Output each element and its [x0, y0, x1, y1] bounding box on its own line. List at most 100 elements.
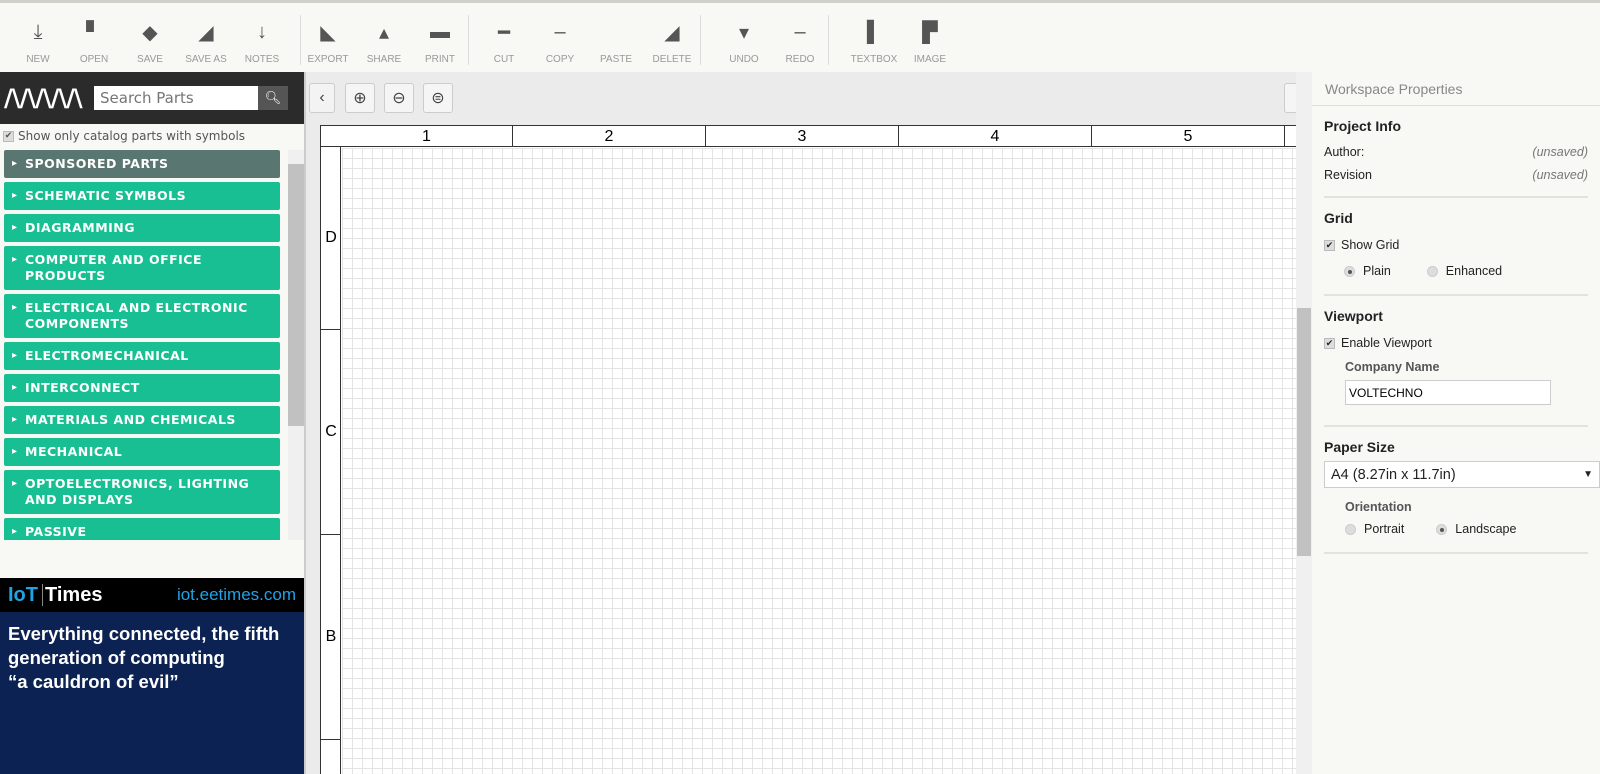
category-item[interactable]: ELECTROMECHANICAL [4, 342, 280, 370]
copy-button[interactable]: ‒ COPY [532, 13, 588, 66]
revision-label: Revision [1324, 167, 1372, 182]
export-button[interactable]: ◣ EXPORT [300, 13, 356, 66]
toolbar-label: NEW [26, 54, 50, 65]
textbox-icon: ▌ [866, 20, 882, 43]
ad-text: Everything connected, the fifth generatio… [0, 612, 304, 704]
schematic-canvas[interactable]: ‹ ⊕ ⊖ ⊜ › 12345 DCB [306, 72, 1312, 774]
redo-icon: ‒ [794, 20, 806, 43]
zoom-in-icon: ⊕ [353, 90, 367, 107]
catalog-filter-label: Show only catalog parts with symbols [18, 129, 246, 143]
category-item[interactable]: PASSIVE [4, 518, 280, 540]
scrollbar-thumb[interactable] [288, 164, 304, 426]
toolbar-label: COPY [545, 54, 575, 65]
category-list: SPONSORED PARTS SCHEMATIC SYMBOLS DIAGRAMM… [4, 150, 280, 540]
grid[interactable] [342, 148, 1300, 774]
image-icon: ▛ [922, 21, 938, 44]
notes-icon: ↓ [257, 20, 267, 43]
share-icon: ▴ [378, 21, 390, 44]
canvas-scrollbar[interactable] [1296, 72, 1312, 774]
column-label: 2 [513, 126, 706, 147]
toolbar-divider [828, 15, 829, 65]
toolbar-label: CUT [493, 54, 515, 65]
scrollbar-thumb[interactable] [1297, 308, 1311, 556]
toolbar-divider [468, 15, 469, 65]
author-value: (unsaved) [1532, 144, 1588, 159]
ad-brand: IoT [8, 583, 38, 606]
project-info-heading: Project Info [1324, 118, 1402, 134]
notes-button[interactable]: ↓ NOTES [234, 13, 290, 66]
search-parts-input[interactable] [94, 86, 258, 110]
zoom-in-button[interactable]: ⊕ [345, 83, 375, 113]
cut-icon: ━ [497, 21, 511, 44]
landscape-radio[interactable] [1436, 523, 1448, 535]
toolbar: ⤓ NEW ▘ OPEN ◆ SAVE ◢ SAVE AS ↓ NOTES ◣ EXPORT ▴ SHAR… [0, 0, 1600, 72]
revision-value: (unsaved) [1532, 167, 1588, 182]
category-item[interactable]: OPTOELECTRONICS, LIGHTING AND DISPLAYS [4, 470, 280, 514]
toolbar-label: PRINT [425, 54, 455, 65]
category-scrollbar[interactable] [288, 150, 304, 540]
toolbar-label: IMAGE [913, 54, 947, 65]
toolbar-divider [700, 15, 701, 65]
enhanced-label: Enhanced [1445, 264, 1503, 278]
category-item[interactable]: MATERIALS AND CHEMICALS [4, 406, 280, 434]
grid-heading: Grid [1324, 210, 1353, 226]
toolbar-label: DELETE [652, 54, 692, 65]
collapse-left-button[interactable]: ‹ [309, 83, 335, 113]
save-button[interactable]: ◆ SAVE [122, 13, 178, 66]
chevron-left-icon: ‹ [319, 89, 325, 106]
toolbar-label: OPEN [79, 54, 109, 65]
share-button[interactable]: ▴ SHARE [356, 13, 412, 66]
category-item[interactable]: INTERCONNECT [4, 374, 280, 402]
ad-line: Everything connected, the fifth [8, 623, 280, 644]
redo-button[interactable]: ‒ REDO [772, 13, 828, 66]
ad-url[interactable]: iot.eetimes.com [177, 585, 296, 605]
delete-button[interactable]: ◢ DELETE [644, 13, 700, 66]
textbox-button[interactable]: ▌ TEXTBOX [846, 13, 902, 66]
category-item[interactable]: ELECTRICAL AND ELECTRONIC COMPONENTS [4, 294, 280, 338]
schematic-sheet[interactable]: 12345 DCB [320, 125, 1301, 774]
portrait-radio[interactable] [1345, 523, 1356, 535]
row-label: D [321, 147, 341, 330]
paper-size-select[interactable]: A4 (8.27in x 11.7in) ▼ [1324, 461, 1600, 488]
zoom-fit-icon: ⊜ [431, 90, 445, 107]
enable-viewport-label: Enable Viewport [1341, 336, 1432, 350]
download-icon: ⤓ [33, 20, 43, 43]
toolbar-label: SAVE AS [185, 54, 227, 65]
catalog-filter-checkbox[interactable]: ✔ [3, 130, 14, 142]
image-button[interactable]: ▛ IMAGE [902, 13, 958, 66]
new-button[interactable]: ⤓ NEW [10, 13, 66, 66]
toolbar-label: SAVE [137, 54, 163, 65]
arrow-logo: /\/\/\/\/\ [4, 84, 83, 112]
catalog-filter[interactable]: ✔ Show only catalog parts with symbols [0, 124, 304, 148]
toolbar-label: TEXTBOX [850, 54, 898, 65]
search-button[interactable]: 🔍︎ [258, 86, 288, 110]
show-grid-checkbox[interactable]: ✔ [1324, 239, 1335, 251]
zoom-fit-button[interactable]: ⊜ [423, 83, 453, 113]
category-item[interactable]: DIAGRAMMING [4, 214, 280, 242]
category-item[interactable]: SPONSORED PARTS [4, 150, 280, 178]
toolbar-label: NOTES [244, 54, 280, 65]
advertisement-banner[interactable]: IoT Times iot.eetimes.com Everything conne… [0, 578, 304, 774]
zoom-out-button[interactable]: ⊖ [384, 83, 414, 113]
category-item[interactable]: COMPUTER AND OFFICE PRODUCTS [4, 246, 280, 290]
author-label: Author: [1324, 144, 1365, 159]
open-button[interactable]: ▘ OPEN [66, 13, 122, 66]
paste-button[interactable]: PASTE [588, 13, 644, 65]
save-as-button[interactable]: ◢ SAVE AS [178, 13, 234, 66]
company-name-input[interactable] [1345, 380, 1551, 405]
orientation-label: Orientation [1345, 500, 1412, 514]
export-icon: ◣ [320, 21, 336, 44]
enhanced-radio[interactable] [1426, 265, 1438, 277]
cut-button[interactable]: ━ CUT [476, 13, 532, 66]
row-ruler: DCB [321, 147, 341, 774]
toolbar-label: SHARE [366, 54, 402, 65]
category-item[interactable]: SCHEMATIC SYMBOLS [4, 182, 280, 210]
enable-viewport-checkbox[interactable]: ✔ [1324, 337, 1335, 349]
print-button[interactable]: ▬ PRINT [412, 13, 468, 66]
row-label: B [321, 535, 341, 740]
plain-radio[interactable] [1344, 265, 1355, 277]
undo-button[interactable]: ▾ UNDO [716, 13, 772, 66]
column-label: 5 [1092, 126, 1285, 147]
category-item[interactable]: MECHANICAL [4, 438, 280, 466]
column-ruler: 12345 [321, 126, 1301, 147]
